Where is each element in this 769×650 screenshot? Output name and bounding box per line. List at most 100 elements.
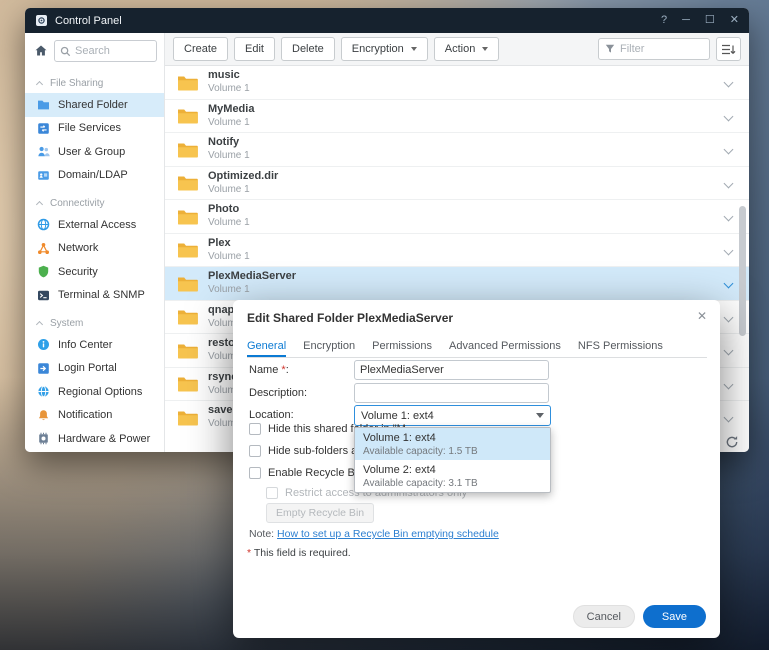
refresh-button[interactable] — [723, 434, 741, 450]
sidebar-item-shared-folder[interactable]: Shared Folder — [25, 93, 164, 117]
cancel-button[interactable]: Cancel — [572, 605, 635, 628]
help-button[interactable]: ? — [661, 8, 667, 33]
tab-advanced-permissions[interactable]: Advanced Permissions — [449, 334, 561, 357]
delete-button[interactable]: Delete — [281, 37, 335, 61]
folder-name: MyMedia — [208, 102, 255, 115]
sidebar-item-network[interactable]: Network — [25, 237, 164, 261]
checkbox-label: Enable Recycle Bin — [268, 467, 364, 479]
sidebar-item-external-devices[interactable]: External Devices — [25, 451, 164, 453]
tab-encryption[interactable]: Encryption — [303, 334, 355, 357]
window-title: Control Panel — [55, 14, 122, 27]
checkbox-icon[interactable] — [249, 445, 261, 457]
folder-volume: Volume 1 — [208, 116, 250, 128]
volume-1-option[interactable]: Volume 1: ext4 Available capacity: 1.5 T… — [355, 428, 550, 460]
volume-2-option[interactable]: Volume 2: ext4 Available capacity: 3.1 T… — [355, 460, 550, 492]
domain-ldap-icon — [37, 169, 50, 182]
filter-input[interactable] — [620, 43, 703, 55]
network-icon — [37, 242, 50, 255]
user-group-icon — [37, 145, 50, 158]
chevron-down-icon[interactable] — [723, 245, 734, 255]
folder-icon — [177, 409, 198, 426]
folder-row[interactable]: Photo Volume 1 — [165, 200, 749, 234]
checkbox-icon[interactable] — [249, 467, 261, 479]
sidebar-search[interactable] — [54, 40, 157, 62]
sidebar-section-file-sharing[interactable]: File Sharing — [25, 73, 164, 93]
chevron-down-icon[interactable] — [723, 144, 734, 155]
chevron-down-icon[interactable] — [723, 412, 734, 423]
sidebar-item-file-services[interactable]: File Services — [25, 117, 164, 141]
location-dropdown-menu: Volume 1: ext4 Available capacity: 1.5 T… — [354, 427, 551, 493]
sidebar-item-label: Info Center — [58, 338, 113, 351]
tab-permissions[interactable]: Permissions — [372, 334, 432, 357]
tab-general[interactable]: General — [247, 334, 286, 357]
folder-icon — [177, 275, 198, 292]
volume-option-subtitle: Available capacity: 3.1 TB — [363, 478, 478, 489]
empty-recycle-bin-button: Empty Recycle Bin — [266, 503, 375, 523]
section-label: File Sharing — [50, 77, 104, 89]
sidebar-item-regional-options[interactable]: Regional Options — [25, 380, 164, 404]
folder-row[interactable]: Plex Volume 1 — [165, 234, 749, 267]
sidebar-item-label: External Access — [58, 218, 137, 231]
folder-row[interactable]: MyMedia Volume 1 — [165, 100, 749, 133]
checkbox-icon[interactable] — [249, 423, 261, 435]
chevron-down-icon[interactable] — [723, 278, 734, 289]
sidebar-section-system[interactable]: System — [25, 313, 164, 333]
chevron-down-icon[interactable] — [723, 178, 734, 188]
chevron-down-icon[interactable] — [723, 111, 734, 121]
sidebar-item-notification[interactable]: Notification — [25, 404, 164, 428]
chevron-up-icon — [35, 80, 44, 89]
sidebar-item-hardware-power[interactable]: Hardware & Power — [25, 427, 164, 451]
save-button[interactable]: Save — [642, 605, 706, 628]
sidebar-item-label: User & Group — [58, 145, 126, 158]
sidebar-item-login-portal[interactable]: Login Portal — [25, 357, 164, 381]
action-dropdown-button[interactable]: Action — [433, 37, 500, 61]
recycle-schedule-link[interactable]: How to set up a Recycle Bin emptying sch… — [277, 528, 499, 540]
create-button[interactable]: Create — [173, 37, 229, 61]
maximize-button[interactable]: ☐ — [705, 8, 715, 33]
chevron-down-icon[interactable] — [723, 379, 734, 389]
encryption-dropdown-button[interactable]: Encryption — [340, 37, 428, 61]
folder-row[interactable]: Optimized.dir Volume 1 — [165, 167, 749, 200]
volume-option-subtitle: Available capacity: 1.5 TB — [363, 446, 478, 457]
sidebar-item-label: Domain/LDAP — [58, 169, 128, 182]
sidebar-item-label: Regional Options — [58, 385, 143, 398]
chevron-down-icon — [410, 47, 417, 51]
minimize-button[interactable]: ─ — [682, 8, 690, 33]
sidebar-item-user-group[interactable]: User & Group — [25, 140, 164, 164]
search-input[interactable] — [75, 45, 151, 57]
sidebar-item-terminal-snmp[interactable]: Terminal & SNMP — [25, 284, 164, 308]
description-field[interactable] — [354, 383, 549, 403]
sidebar-item-label: Shared Folder — [58, 98, 128, 111]
chevron-down-icon[interactable] — [723, 77, 734, 88]
sidebar-item-security[interactable]: Security — [25, 260, 164, 284]
window-titlebar[interactable]: Control Panel ? ─ ☐ ✕ — [25, 8, 749, 33]
volume-option-title: Volume 2: ext4 — [363, 464, 436, 476]
required-note-text: This field is required. — [253, 547, 351, 559]
filter-box[interactable] — [598, 38, 710, 60]
folder-icon — [177, 375, 198, 392]
sort-list-icon — [722, 44, 736, 54]
sidebar-section-connectivity[interactable]: Connectivity — [25, 193, 164, 213]
folder-row[interactable]: music Volume 1 — [165, 66, 749, 100]
home-icon[interactable] — [34, 44, 48, 58]
view-options-button[interactable] — [716, 37, 741, 61]
close-button[interactable]: ✕ — [730, 8, 739, 33]
sidebar-item-domain-ldap[interactable]: Domain/LDAP — [25, 164, 164, 188]
folder-row-selected[interactable]: PlexMediaServer Volume 1 — [165, 267, 749, 301]
name-field[interactable] — [354, 360, 549, 380]
scrollbar-thumb[interactable] — [739, 206, 746, 336]
chevron-down-icon[interactable] — [723, 211, 734, 222]
folder-name: Optimized.dir — [208, 169, 279, 182]
edit-button[interactable]: Edit — [234, 37, 275, 61]
chevron-down-icon[interactable] — [723, 345, 734, 356]
enable-recycle-bin-checkbox[interactable]: Enable Recycle Bin — [249, 467, 363, 479]
sidebar-item-info-center[interactable]: Info Center — [25, 333, 164, 357]
folder-icon — [177, 208, 198, 225]
empty-recycle-bin-label: Empty Recycle Bin — [276, 507, 365, 519]
folder-icon — [177, 308, 198, 325]
tab-nfs-permissions[interactable]: NFS Permissions — [578, 334, 663, 357]
sidebar-item-external-access[interactable]: External Access — [25, 213, 164, 237]
folder-row[interactable]: Notify Volume 1 — [165, 133, 749, 167]
chevron-down-icon[interactable] — [723, 312, 734, 322]
close-icon[interactable]: ✕ — [697, 309, 707, 323]
